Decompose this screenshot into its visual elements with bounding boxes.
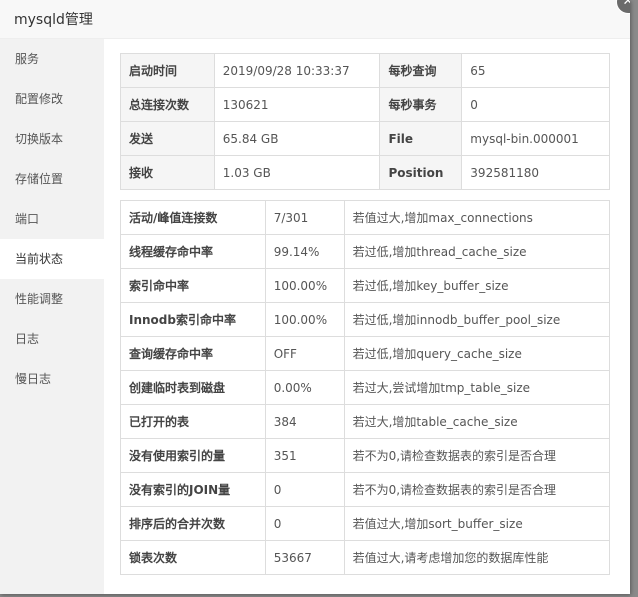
status-advice: 若值过大,增加sort_buffer_size	[343, 506, 611, 541]
info-value: 2019/09/28 10:33:37	[213, 53, 381, 88]
status-panel: 启动时间 2019/09/28 10:33:37 每秒查询 65 总连接次数 1…	[104, 39, 630, 594]
table-row: 锁表次数 53667 若值过大,请考虑增加您的数据库性能	[120, 540, 611, 575]
info-key: 每秒查询	[379, 53, 463, 88]
status-advice: 若过大,增加table_cache_size	[343, 404, 611, 439]
info-value: 65.84 GB	[213, 121, 381, 156]
status-name: 已打开的表	[120, 404, 266, 439]
sidebar-item-config[interactable]: 配置修改	[0, 79, 104, 119]
table-row: 总连接次数 130621 每秒事务 0	[120, 87, 610, 122]
info-key: 接收	[120, 155, 215, 190]
status-name: 线程缓存命中率	[120, 234, 266, 269]
info-value: mysql-bin.000001	[461, 121, 610, 156]
info-value: 1.03 GB	[213, 155, 381, 190]
sidebar-item-storage[interactable]: 存储位置	[0, 159, 104, 199]
status-value: 100.00%	[264, 302, 345, 337]
status-advice: 若值过大,增加max_connections	[343, 200, 611, 235]
status-value: 0	[264, 506, 345, 541]
table-row: 发送 65.84 GB File mysql-bin.000001	[120, 121, 610, 156]
info-key: 每秒事务	[379, 87, 463, 122]
table-row: 没有索引的JOIN量 0 若不为0,请检查数据表的索引是否合理	[120, 472, 611, 507]
status-advice: 若过低,增加thread_cache_size	[343, 234, 611, 269]
status-advice: 若过低,增加key_buffer_size	[343, 268, 611, 303]
status-name: Innodb索引命中率	[120, 302, 266, 337]
sidebar-item-performance[interactable]: 性能调整	[0, 279, 104, 319]
sidebar-item-port[interactable]: 端口	[0, 199, 104, 239]
status-value: 0.00%	[264, 370, 345, 405]
status-advice: 若不为0,请检查数据表的索引是否合理	[343, 438, 611, 473]
info-table: 启动时间 2019/09/28 10:33:37 每秒查询 65 总连接次数 1…	[120, 53, 610, 190]
status-name: 创建临时表到磁盘	[120, 370, 266, 405]
table-row: 已打开的表 384 若过大,增加table_cache_size	[120, 404, 611, 439]
status-name: 排序后的合并次数	[120, 506, 266, 541]
info-key: File	[379, 121, 463, 156]
info-key: Position	[379, 155, 463, 190]
mysqld-dialog: mysqld管理 服务 配置修改 切换版本 存储位置 端口 当前状态 性能调整 …	[0, 0, 630, 594]
sidebar-item-service[interactable]: 服务	[0, 39, 104, 79]
table-row: 线程缓存命中率 99.14% 若过低,增加thread_cache_size	[120, 234, 611, 269]
table-row: 接收 1.03 GB Position 392581180	[120, 155, 610, 190]
status-value: 53667	[264, 540, 345, 575]
info-value: 392581180	[461, 155, 610, 190]
info-key: 启动时间	[120, 53, 215, 88]
info-value: 0	[461, 87, 610, 122]
status-advice: 若不为0,请检查数据表的索引是否合理	[343, 472, 611, 507]
sidebar-item-log[interactable]: 日志	[0, 319, 104, 359]
table-row: 创建临时表到磁盘 0.00% 若过大,尝试增加tmp_table_size	[120, 370, 611, 405]
sidebar-item-slow-log[interactable]: 慢日志	[0, 359, 104, 399]
status-name: 查询缓存命中率	[120, 336, 266, 371]
dialog-titlebar: mysqld管理	[0, 0, 630, 39]
table-row: 没有使用索引的量 351 若不为0,请检查数据表的索引是否合理	[120, 438, 611, 473]
info-value: 130621	[213, 87, 381, 122]
table-row: 活动/峰值连接数 7/301 若值过大,增加max_connections	[120, 200, 611, 235]
table-row: 索引命中率 100.00% 若过低,增加key_buffer_size	[120, 268, 611, 303]
info-key: 总连接次数	[120, 87, 215, 122]
status-value: 99.14%	[264, 234, 345, 269]
info-value: 65	[461, 53, 610, 88]
table-row: Innodb索引命中率 100.00% 若过低,增加innodb_buffer_…	[120, 302, 611, 337]
table-row: 查询缓存命中率 OFF 若过低,增加query_cache_size	[120, 336, 611, 371]
sidebar-item-status[interactable]: 当前状态	[0, 239, 104, 279]
status-advice: 若过低,增加query_cache_size	[343, 336, 611, 371]
status-value: 351	[264, 438, 345, 473]
status-value: 7/301	[264, 200, 345, 235]
table-row: 启动时间 2019/09/28 10:33:37 每秒查询 65	[120, 53, 610, 88]
dialog-title: mysqld管理	[14, 12, 93, 28]
status-value: 384	[264, 404, 345, 439]
sidebar-item-version[interactable]: 切换版本	[0, 119, 104, 159]
status-value: 0	[264, 472, 345, 507]
table-row: 排序后的合并次数 0 若值过大,增加sort_buffer_size	[120, 506, 611, 541]
status-advice: 若过低,增加innodb_buffer_pool_size	[343, 302, 611, 337]
status-table: 活动/峰值连接数 7/301 若值过大,增加max_connections 线程…	[120, 200, 611, 575]
status-name: 锁表次数	[120, 540, 266, 575]
status-name: 没有使用索引的量	[120, 438, 266, 473]
status-name: 索引命中率	[120, 268, 266, 303]
status-value: 100.00%	[264, 268, 345, 303]
status-name: 没有索引的JOIN量	[120, 472, 266, 507]
status-advice: 若过大,尝试增加tmp_table_size	[343, 370, 611, 405]
sidebar: 服务 配置修改 切换版本 存储位置 端口 当前状态 性能调整 日志 慢日志	[0, 39, 104, 594]
status-name: 活动/峰值连接数	[120, 200, 266, 235]
status-advice: 若值过大,请考虑增加您的数据库性能	[343, 540, 611, 575]
status-value: OFF	[264, 336, 345, 371]
info-key: 发送	[120, 121, 215, 156]
